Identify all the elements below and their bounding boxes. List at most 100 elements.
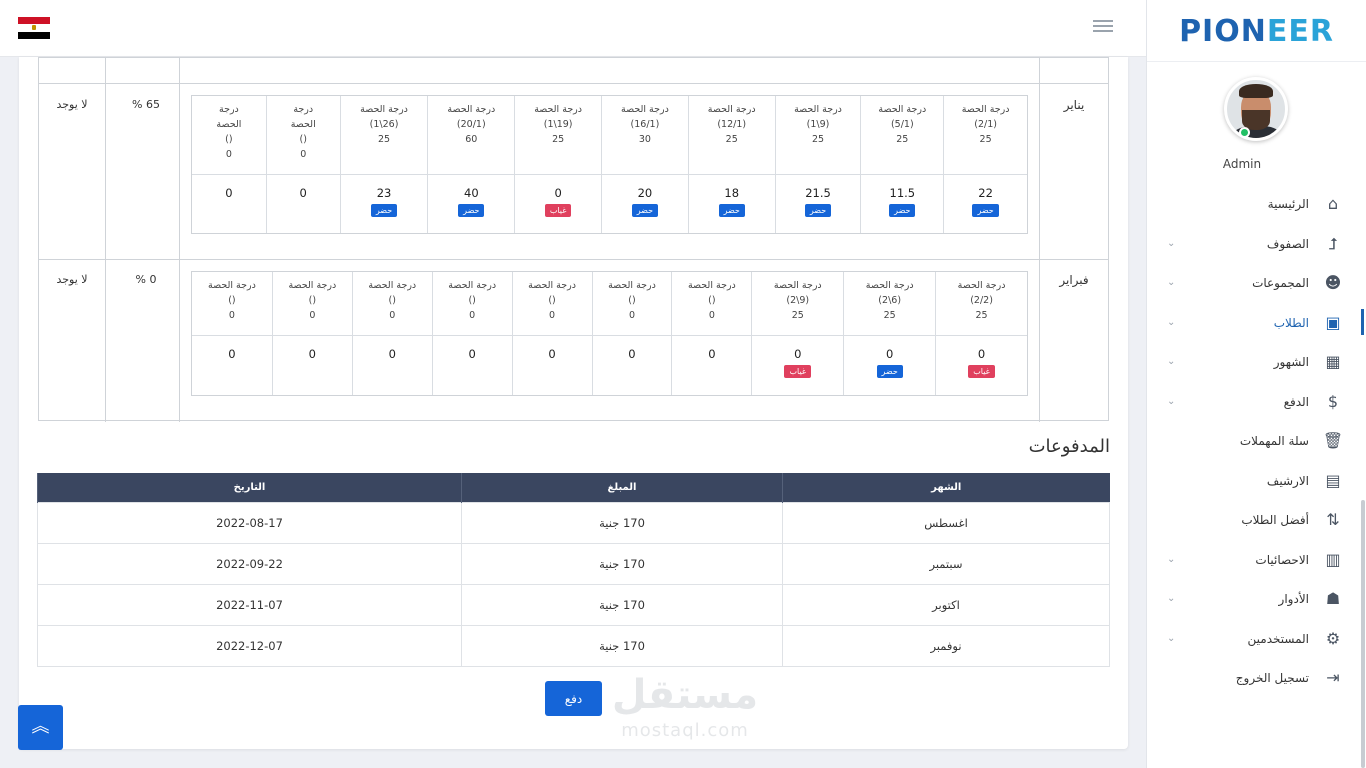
attendance-badge: حضر	[458, 204, 485, 217]
archive-icon: ▤	[1325, 470, 1341, 490]
lesson-header: درجة الحصة (2/2) 25	[936, 272, 1027, 336]
lesson-date: (9\1)	[806, 119, 830, 130]
sidebar-item[interactable]: ☻ المجموعات ⌄	[1147, 269, 1366, 309]
lesson-max: 60	[465, 134, 478, 145]
chevron-down-icon[interactable]: ⌄	[1167, 629, 1175, 649]
attendance-percent: 0 %	[135, 273, 157, 286]
sidebar-item[interactable]: ▣ الطلاب ⌄	[1147, 308, 1366, 349]
sidebar-item[interactable]: ⇅ أفضل الطلاب	[1147, 506, 1366, 546]
trash-icon: 🗑	[1322, 431, 1344, 450]
lesson-date: ()	[708, 295, 716, 306]
lesson-cell: درجة الحصة () 0 0	[431, 272, 512, 395]
egypt-flag-icon[interactable]	[18, 17, 50, 39]
scrollbar[interactable]	[1361, 500, 1365, 768]
payment-date: 2022-08-17	[37, 501, 462, 544]
sidebar-item[interactable]: ☗ الأدوار ⌄	[1147, 585, 1366, 625]
payments-table: الشهر المبلغ التاريخ اغسطس 170 جنية 2022-0…	[37, 473, 1110, 667]
sidebar-item[interactable]: ▦ الشهور ⌄	[1147, 348, 1366, 388]
lesson-title: درجة الحصة	[957, 280, 1006, 291]
sidebar-item[interactable]: ⚙ المستخدمين ⌄	[1147, 625, 1366, 665]
lesson-title: درجة الحصة	[290, 104, 316, 130]
chevron-down-icon[interactable]: ⌄	[1167, 550, 1175, 570]
payment-amount: 170 جنية	[461, 501, 783, 544]
notes-value: لا يوجد	[56, 98, 88, 111]
mostaql-watermark: مستقل mostaql.com	[600, 670, 770, 752]
scroll-to-top-button[interactable]: ︽	[18, 705, 63, 750]
lesson-title: درجة الحصة	[448, 280, 497, 291]
sidebar-item[interactable]: ▤ الارشيف	[1147, 467, 1366, 507]
lesson-title: درجة الحصة	[865, 280, 914, 291]
chevron-down-icon[interactable]: ⌄	[1167, 352, 1175, 372]
lesson-max: 0	[708, 310, 715, 321]
lesson-score: 0	[794, 347, 802, 361]
lesson-max: 0	[300, 149, 307, 160]
lesson-max: 30	[638, 134, 651, 145]
sidebar-item[interactable]: ▥ الاحصائيات ⌄	[1147, 546, 1366, 586]
lesson-score: 0	[886, 347, 894, 361]
sidebar-item[interactable]: ⮥ الصفوف ⌄	[1147, 230, 1366, 270]
bar-chart-icon: ▥	[1325, 549, 1341, 569]
lesson-title: درجة الحصة	[687, 280, 736, 291]
grades-table: يناير 65 % لا يوجد درجة الحصة (2/1) 25 22 حضر در…	[38, 57, 1109, 422]
lesson-max: 0	[228, 310, 235, 321]
sidebar-item[interactable]: ⇥ تسجيل الخروج	[1147, 664, 1366, 704]
column-header-month: الشهر	[782, 473, 1110, 502]
payment-month: سبتمبر	[782, 542, 1110, 585]
lesson-header: درجة الحصة (19\1) 25	[515, 96, 602, 175]
chevron-down-icon[interactable]: ⌄	[1167, 273, 1175, 293]
lesson-header: درجة الحصة () 0	[352, 272, 432, 336]
lesson-max: 0	[309, 310, 316, 321]
lesson-cell: درجة الحصة () 0 0	[191, 272, 272, 395]
lesson-header: درجة الحصة () 0	[191, 96, 266, 175]
menu-toggle-icon[interactable]	[1093, 20, 1113, 36]
lesson-cell: درجة الحصة (2/1) 25 22 حضر	[943, 96, 1027, 233]
brand-logo[interactable]: PIONEER	[1147, 0, 1366, 62]
lesson-date: (2/1)	[974, 119, 997, 130]
lesson-max: 25	[896, 134, 909, 145]
lesson-header: درجة الحصة (9\2) 25	[752, 272, 844, 336]
lesson-date: ()	[628, 295, 636, 306]
chevron-down-icon[interactable]: ⌄	[1167, 589, 1175, 609]
chevron-down-icon[interactable]: ⌄	[1167, 392, 1175, 412]
lesson-cell: درجة الحصة (20/1) 60 40 حضر	[427, 96, 515, 233]
lesson-score: 20	[637, 186, 653, 200]
sidebar-item-label: أفضل الطلاب	[1241, 513, 1309, 527]
lesson-date: ()	[388, 295, 396, 306]
lesson-score: 0	[388, 347, 396, 361]
chevron-down-icon[interactable]: ⌄	[1167, 313, 1175, 333]
attendance-badge: حضر	[631, 204, 659, 217]
sidebar-item[interactable]: $ الدفع ⌄	[1147, 388, 1366, 428]
lesson-title: درجة الحصة	[288, 280, 337, 291]
lesson-cell: درجة الحصة (19\1) 25 0 غياب	[514, 96, 602, 233]
attendance-badge: حضر	[370, 204, 398, 217]
pay-button[interactable]: دفع	[545, 681, 602, 716]
sidebar-item[interactable]: ⌂ الرئيسية	[1147, 190, 1366, 230]
table-row: اغسطس 170 جنية 2022-08-17	[37, 501, 1110, 544]
lesson-header: درجة الحصة () 0	[592, 272, 672, 336]
payment-amount: 170 جنية	[461, 542, 783, 585]
avatar[interactable]	[1224, 77, 1288, 141]
school-icon: ▣	[1325, 312, 1341, 332]
lesson-score: 21.5	[805, 186, 831, 200]
lesson-max: 25	[725, 134, 738, 145]
table-row: نوفمبر 170 جنية 2022-12-07	[37, 624, 1110, 667]
month-name: يناير	[1063, 98, 1085, 112]
user-name: Admin	[1222, 157, 1262, 171]
lesson-header: درجة الحصة (20/1) 60	[428, 96, 515, 175]
month-name: فبراير	[1059, 273, 1089, 287]
lesson-score: 0	[554, 186, 562, 200]
lesson-cell: درجة الحصة (2/2) 25 0 غياب	[935, 272, 1027, 395]
lesson-date: ()	[228, 295, 236, 306]
lesson-date: (19\1)	[543, 119, 573, 130]
money-icon: $	[1327, 391, 1339, 411]
chevron-down-icon[interactable]: ⌄	[1167, 234, 1175, 254]
lesson-header: درجة الحصة () 0	[432, 272, 512, 336]
payment-month: اغسطس	[782, 501, 1110, 544]
column-header-date: التاريخ	[37, 473, 462, 502]
lesson-header: درجة الحصة (9\1) 25	[775, 96, 861, 175]
sidebar-item[interactable]: 🗑 سلة المهملات	[1147, 427, 1366, 467]
attendance-badge: غياب	[968, 365, 995, 378]
lessons-grid: درجة الحصة (2/1) 25 22 حضر درجة الحصة (5/1) 25 1…	[191, 95, 1028, 234]
lesson-max: 25	[979, 134, 992, 145]
lesson-cell: درجة الحصة () 0 0	[511, 272, 592, 395]
